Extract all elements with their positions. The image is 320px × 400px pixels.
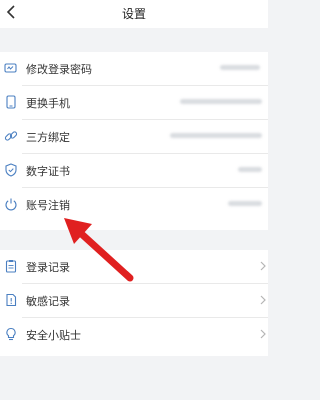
lightbulb-icon xyxy=(6,327,16,341)
security-settings-group: 修改登录密码 更换手机 三方绑定 数字证书 账号注销 xyxy=(0,52,268,230)
page-title: 设置 xyxy=(121,7,146,21)
sensitive-records-row[interactable]: 敏感记录 xyxy=(0,284,268,318)
chevron-right-icon xyxy=(260,329,266,339)
row-label: 修改登录密码 xyxy=(26,63,92,76)
row-label: 数字证书 xyxy=(26,165,70,178)
digital-certificate-row[interactable]: 数字证书 xyxy=(0,154,268,188)
blurred-value xyxy=(180,99,262,104)
clipboard-icon xyxy=(5,260,17,273)
phone-icon xyxy=(6,95,16,109)
blurred-value xyxy=(170,133,262,138)
blurred-value xyxy=(238,167,262,172)
change-password-row[interactable]: 修改登录密码 xyxy=(0,52,268,86)
account-cancellation-row[interactable]: 账号注销 xyxy=(0,188,268,222)
records-group: 登录记录 敏感记录 安全小贴士 xyxy=(0,250,268,356)
top-bar: 设置 xyxy=(0,0,268,28)
row-label: 登录记录 xyxy=(26,261,70,274)
power-icon xyxy=(5,198,17,211)
login-records-row[interactable]: 登录记录 xyxy=(0,250,268,284)
row-label: 更换手机 xyxy=(26,97,70,110)
third-party-binding-row[interactable]: 三方绑定 xyxy=(0,120,268,154)
warning-doc-icon xyxy=(6,293,17,307)
row-label: 三方绑定 xyxy=(26,131,70,144)
blurred-value xyxy=(220,65,260,70)
shield-check-icon xyxy=(5,163,17,177)
row-label: 敏感记录 xyxy=(26,295,70,308)
blurred-value xyxy=(228,201,262,206)
chevron-right-icon xyxy=(260,261,266,271)
change-phone-row[interactable]: 更换手机 xyxy=(0,86,268,120)
chevron-right-icon xyxy=(260,295,266,305)
link-icon xyxy=(4,131,18,141)
password-card-icon xyxy=(4,63,17,73)
security-tips-row[interactable]: 安全小贴士 xyxy=(0,318,268,352)
row-label: 安全小贴士 xyxy=(26,329,81,342)
row-label: 账号注销 xyxy=(26,199,70,212)
